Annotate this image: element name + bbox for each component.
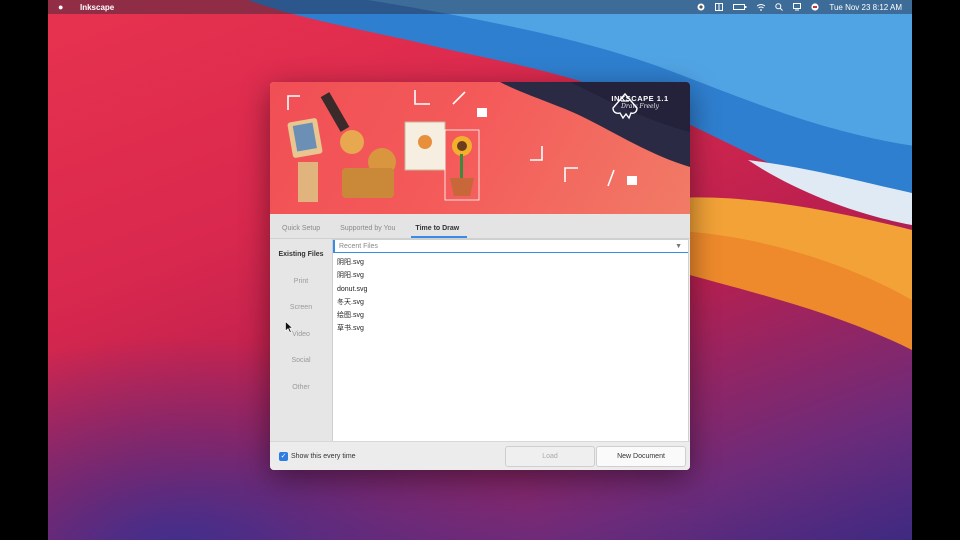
recent-files-panel: Recent Files ▼ 阴阳.svg 阴阳.svg donut.svg 冬… bbox=[332, 239, 689, 442]
apple-icon[interactable]: ● bbox=[58, 2, 70, 12]
user-flag-icon[interactable] bbox=[811, 3, 819, 11]
show-every-time-checkbox[interactable]: ✓ bbox=[279, 451, 288, 461]
status-menus: Tue Nov 23 8:12 AM bbox=[697, 3, 902, 12]
menu-bar: ● Inkscape Tue Nov 23 8:12 AM bbox=[48, 0, 912, 14]
recent-files-list: 阴阳.svg 阴阳.svg donut.svg 冬天.svg 绘图.svg 草书… bbox=[333, 253, 688, 336]
sidebar-item-screen[interactable]: Screen bbox=[290, 302, 312, 329]
sidebar-item-print[interactable]: Print bbox=[294, 276, 308, 303]
load-button[interactable]: Load bbox=[505, 446, 595, 467]
new-document-button[interactable]: New Document bbox=[596, 446, 686, 467]
sidebar-item-other[interactable]: Other bbox=[292, 382, 310, 409]
search-icon[interactable] bbox=[775, 3, 784, 11]
sidebar-item-video[interactable]: Video bbox=[292, 329, 310, 356]
list-item[interactable]: 冬天.svg bbox=[337, 296, 688, 309]
app-menu-name[interactable]: Inkscape bbox=[80, 3, 114, 12]
robot-arm-illustration bbox=[287, 92, 446, 202]
dialog-footer: ✓ Show this every time Load New Document bbox=[270, 441, 690, 470]
grid-icon[interactable] bbox=[715, 3, 724, 11]
list-item[interactable]: 阴阳.svg bbox=[337, 256, 688, 269]
inkscape-brand: INKSCAPE 1.1 Draw Freely bbox=[610, 92, 670, 120]
tab-time-to-draw[interactable]: Time to Draw bbox=[411, 225, 469, 238]
welcome-banner: INKSCAPE 1.1 Draw Freely bbox=[270, 82, 690, 214]
battery-icon[interactable] bbox=[733, 3, 747, 11]
record-icon[interactable] bbox=[697, 3, 705, 11]
mouse-pointer-icon bbox=[285, 321, 293, 333]
dialog-tabs: Quick Setup Supported by You Time to Dra… bbox=[270, 214, 690, 239]
sidebar-item-social[interactable]: Social bbox=[291, 355, 310, 382]
list-item[interactable]: 阴阳.svg bbox=[337, 269, 688, 282]
show-every-time-label[interactable]: Show this every time bbox=[291, 453, 356, 460]
dialog-body: Existing Files Print Screen Video Social… bbox=[270, 239, 690, 442]
display-icon[interactable] bbox=[793, 3, 802, 11]
list-item[interactable]: 草书.svg bbox=[337, 322, 688, 335]
menu-clock[interactable]: Tue Nov 23 8:12 AM bbox=[829, 3, 902, 12]
chevron-down-icon[interactable]: ▼ bbox=[675, 243, 682, 250]
wifi-icon[interactable] bbox=[757, 3, 766, 11]
recent-files-header-label: Recent Files bbox=[339, 242, 378, 250]
recent-files-header[interactable]: Recent Files ▼ bbox=[333, 240, 688, 253]
wallpaper-wave-orange bbox=[652, 197, 912, 350]
tab-supported-by-you[interactable]: Supported by You bbox=[340, 225, 405, 238]
list-item[interactable]: donut.svg bbox=[337, 283, 688, 296]
brand-tagline: Draw Freely bbox=[621, 103, 659, 110]
list-item[interactable]: 绘图.svg bbox=[337, 309, 688, 322]
template-category-sidebar: Existing Files Print Screen Video Social… bbox=[270, 239, 332, 442]
sidebar-item-existing-files[interactable]: Existing Files bbox=[278, 249, 323, 276]
welcome-dialog: INKSCAPE 1.1 Draw Freely Quick Setup Sup… bbox=[270, 82, 690, 470]
sunflower-illustration bbox=[444, 129, 480, 201]
tab-quick-setup[interactable]: Quick Setup bbox=[282, 225, 330, 238]
